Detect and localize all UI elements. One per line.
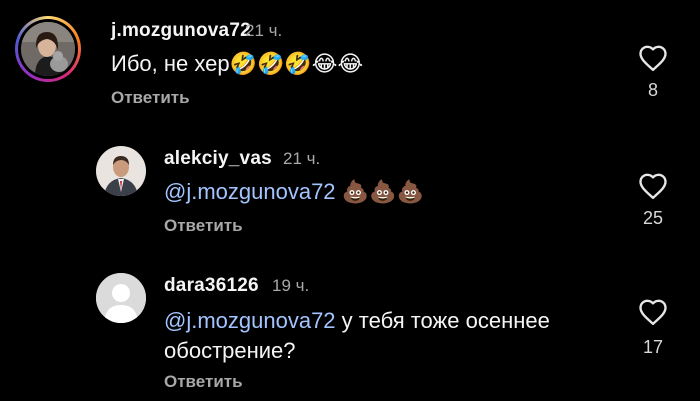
- user-photo-icon: [96, 146, 146, 196]
- avatar[interactable]: [21, 22, 75, 76]
- avatar[interactable]: [96, 273, 146, 323]
- comment-text: Ибо, не хер🤣🤣🤣😂😂: [111, 49, 363, 80]
- comment-text-body: обострение?: [164, 338, 296, 363]
- reply-button[interactable]: Ответить: [164, 372, 243, 392]
- comment-text-body: Ибо, не хер: [111, 51, 230, 76]
- heart-outline-icon[interactable]: [638, 44, 668, 72]
- comment-username[interactable]: dara36126: [164, 275, 259, 297]
- heart-outline-icon[interactable]: [638, 298, 668, 326]
- comment-username[interactable]: alekciy_vas: [164, 148, 272, 170]
- like-count: 8: [647, 80, 658, 100]
- comment-text: @j.mozgunova72 💩💩💩: [164, 177, 424, 208]
- reply-button[interactable]: Ответить: [111, 88, 190, 108]
- comment-time: 21 ч.: [283, 149, 321, 168]
- user-photo-icon: [21, 22, 75, 76]
- comment-emojis: 🤣🤣🤣😂😂: [229, 52, 364, 77]
- heart-outline-icon[interactable]: [638, 172, 668, 200]
- default-user-avatar-icon: [96, 273, 146, 323]
- avatar[interactable]: [96, 146, 146, 196]
- like-count: 17: [642, 337, 664, 357]
- comment-text: @j.mozgunova72 у тебя тоже осеннее обост…: [164, 306, 614, 366]
- comment-time: 19 ч.: [272, 276, 310, 295]
- comment-time: 21 ч.: [245, 21, 283, 40]
- comment-text-body: у тебя тоже осеннее: [335, 308, 550, 333]
- like-count: 25: [642, 208, 664, 228]
- reply-button[interactable]: Ответить: [164, 216, 243, 236]
- mention-link[interactable]: @j.mozgunova72: [164, 308, 336, 333]
- mention-link[interactable]: @j.mozgunova72: [164, 179, 336, 204]
- comment-emojis: 💩💩💩: [341, 180, 424, 205]
- comment-username[interactable]: j.mozgunova72: [111, 20, 251, 42]
